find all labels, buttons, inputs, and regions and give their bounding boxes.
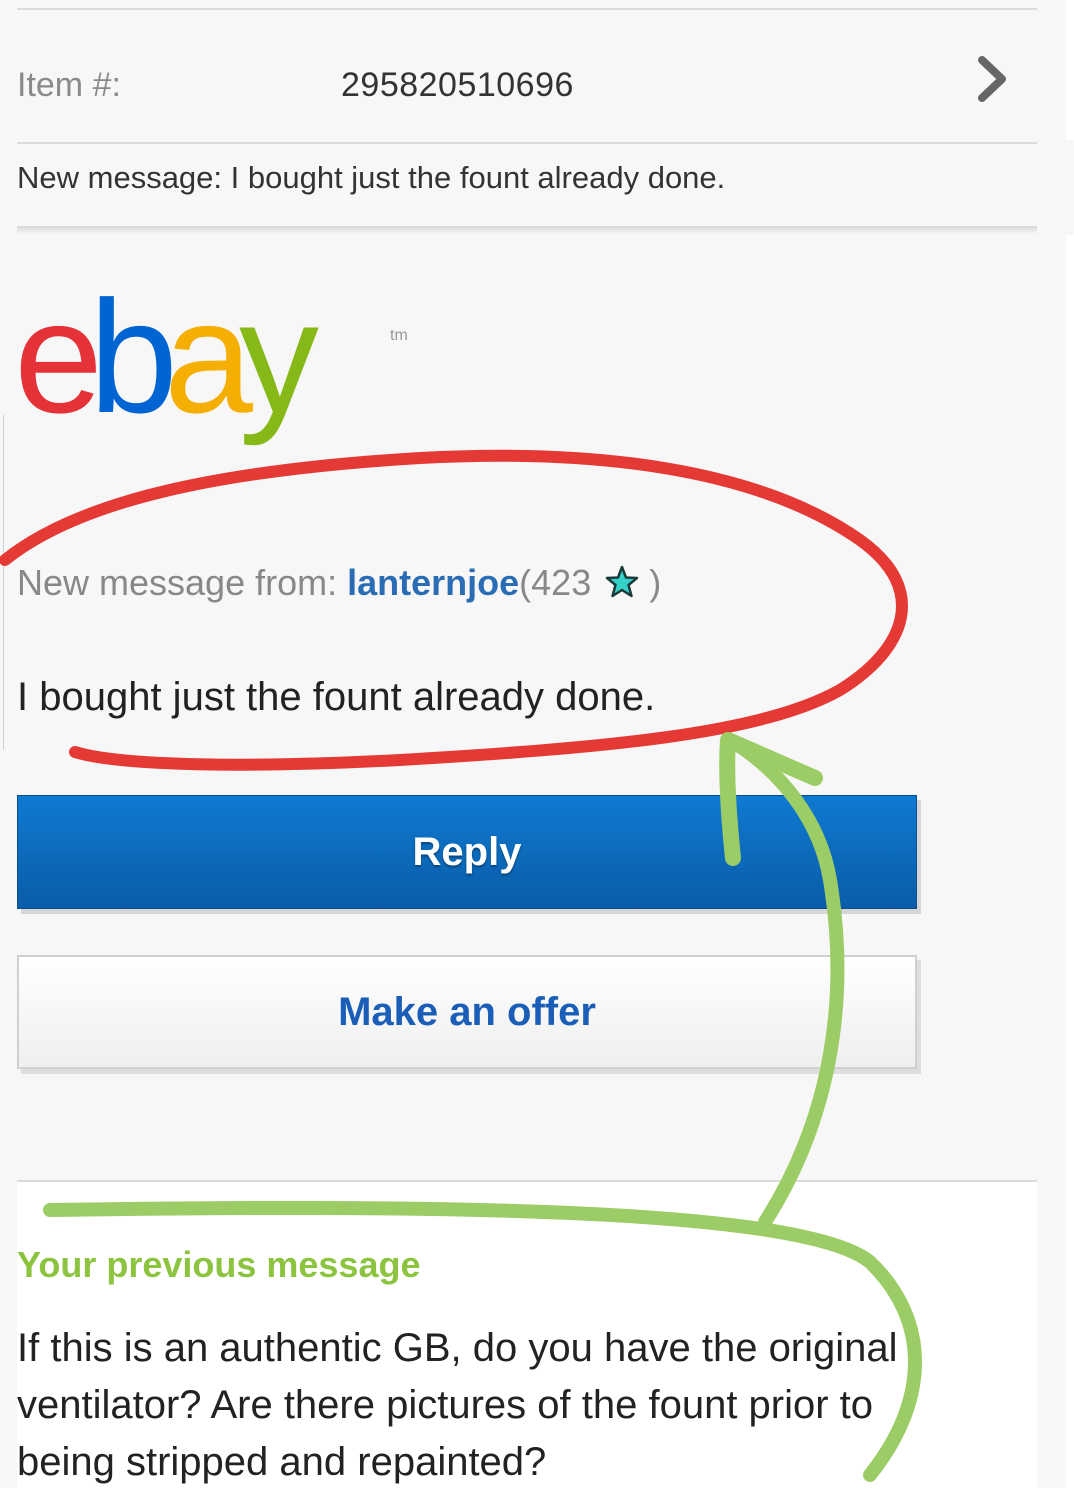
item-label: Item #: [17, 66, 121, 104]
next-card-edge-lower [1066, 235, 1074, 1488]
item-number: 295820510696 [341, 66, 574, 104]
previous-message-body: If this is an authentic GB, do you have … [17, 1326, 898, 1484]
chevron-right-icon[interactable] [972, 54, 1012, 104]
sender-username[interactable]: lanternjoe [347, 562, 519, 603]
make-offer-button[interactable]: Make an offer [17, 955, 917, 1069]
message-body: I bought just the fount already done. [17, 675, 656, 719]
from-label: New message from: [17, 562, 348, 603]
next-card-edge [1066, 0, 1074, 140]
message-sender-line: New message from: lanternjoe(423 ) [17, 562, 661, 604]
message-screen: Item #: 295820510696 New message: I boug… [0, 0, 1074, 1488]
left-edge-border [0, 415, 4, 750]
message-subject: New message: I bought just the fount alr… [17, 160, 726, 195]
previous-message-panel: Your previous message If this is an auth… [17, 1180, 1037, 1488]
feedback-score-close: ) [649, 562, 662, 603]
turquoise-star-icon [605, 565, 639, 598]
item-number-row[interactable]: Item #: 295820510696 [17, 10, 1037, 142]
svg-text:ebay: ebay [14, 290, 319, 446]
reply-button[interactable]: Reply [17, 795, 917, 909]
feedback-score: (423 [519, 562, 592, 603]
previous-message-title: Your previous message [17, 1244, 421, 1285]
ebay-logo: ebay tm [14, 290, 408, 446]
header-shadow [17, 226, 1037, 234]
item-divider [17, 142, 1037, 144]
trademark-mark: tm [390, 327, 408, 344]
